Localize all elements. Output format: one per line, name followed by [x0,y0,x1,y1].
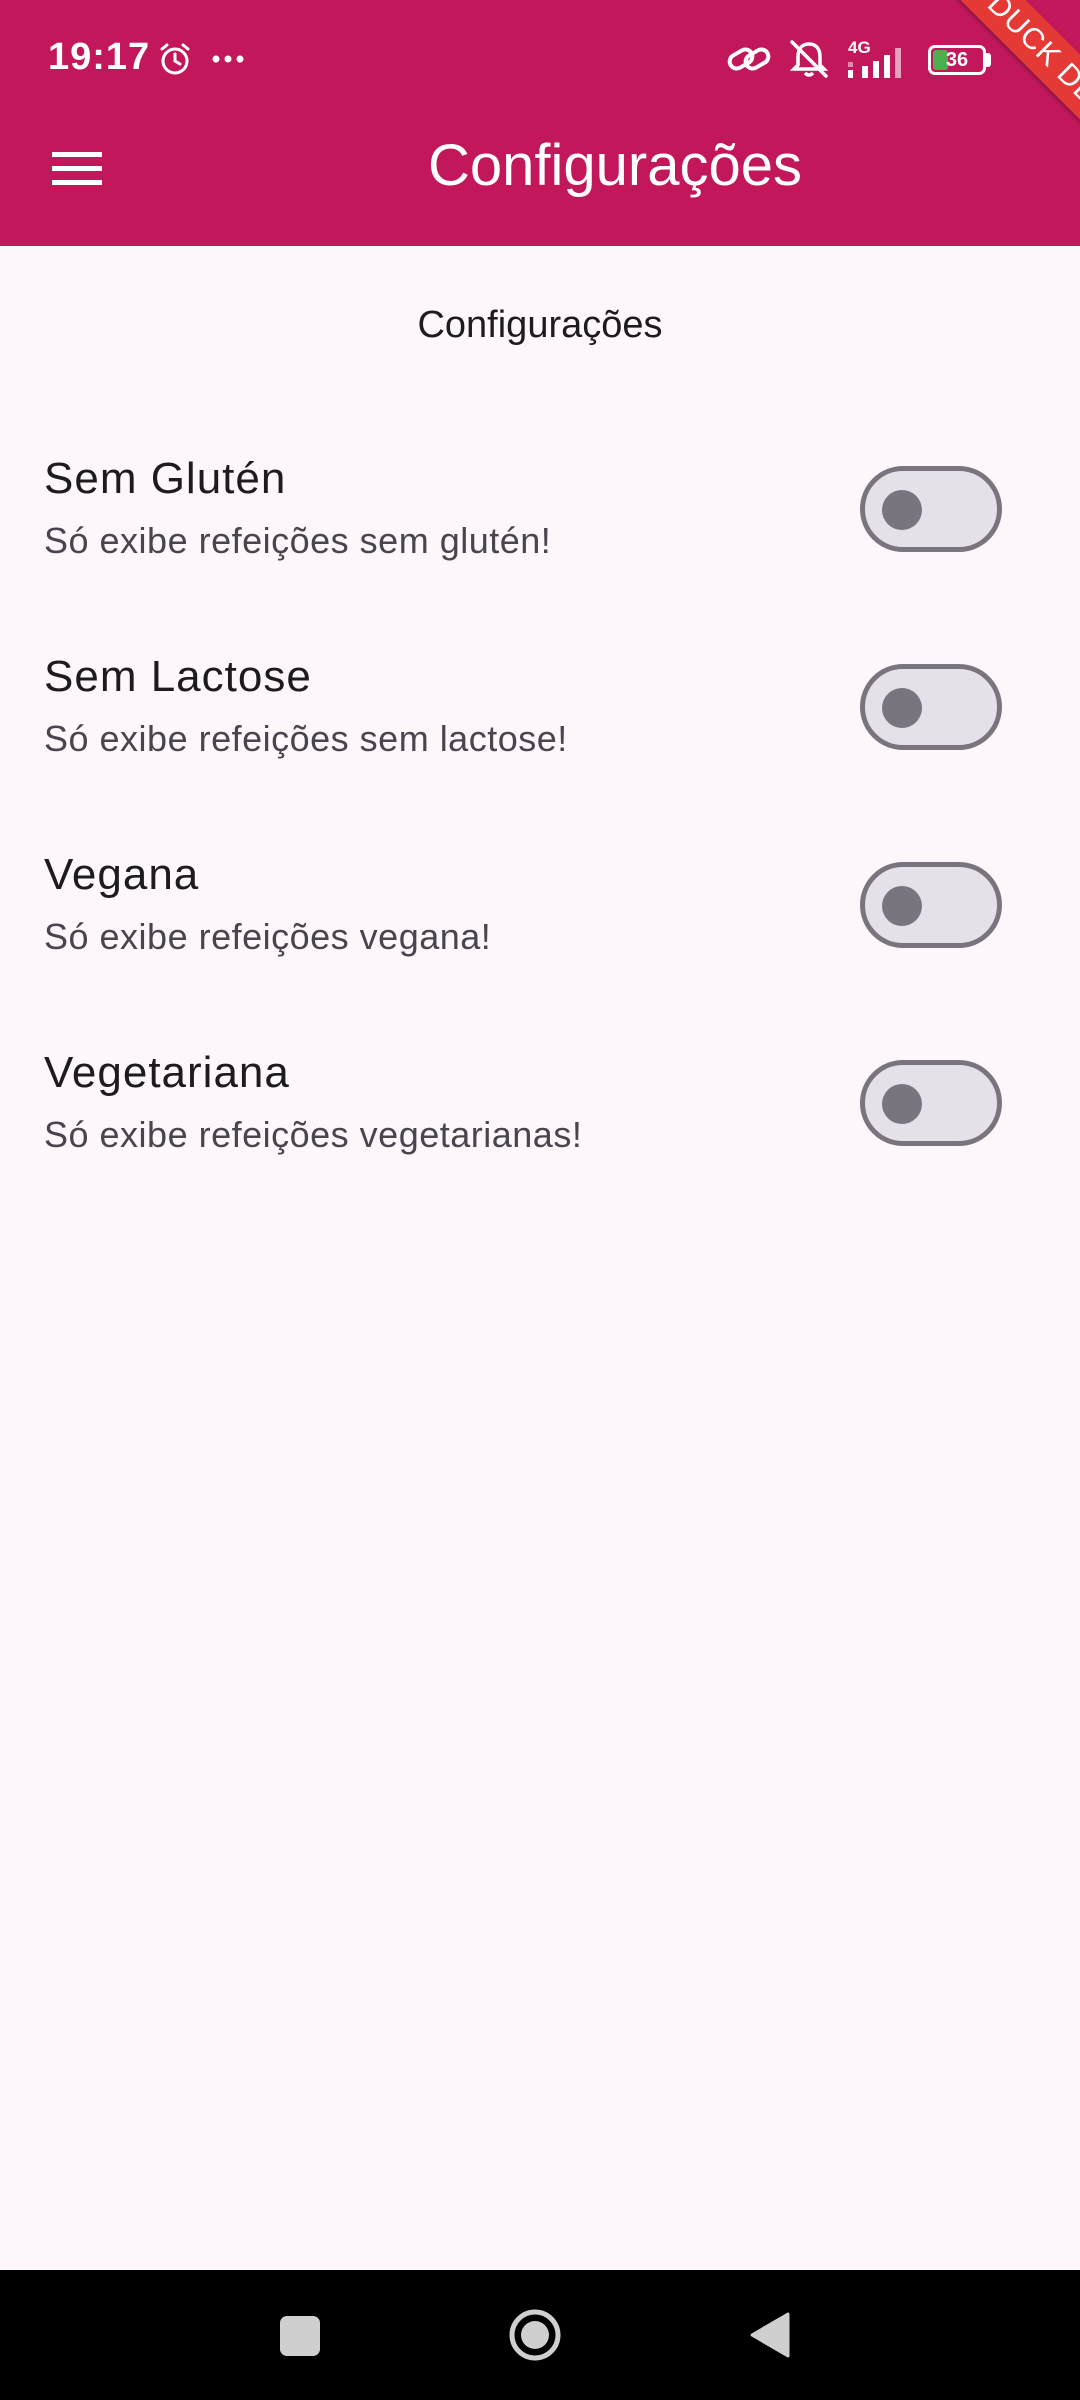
gluten-free-switch[interactable] [860,466,1002,552]
system-nav-bar [0,2270,1080,2400]
vegan-switch[interactable] [860,862,1002,948]
setting-gluten-free[interactable]: Sem Glutén Só exibe refeições sem glutén… [0,430,1080,628]
setting-vegan[interactable]: Vegana Só exibe refeições vegana! [0,826,1080,1024]
vibrate-off-icon [789,40,829,78]
switch-knob [882,688,922,728]
back-triangle-icon[interactable] [748,2310,792,2360]
setting-subtitle: Só exibe refeições sem glutén! [44,520,552,561]
debug-banner-label: DUCK DEV [941,0,1080,166]
lactose-free-switch[interactable] [860,664,1002,750]
home-circle-icon[interactable] [508,2308,562,2362]
switch-knob [882,886,922,926]
debug-banner: DUCK DEV [880,0,1080,200]
vegetarian-switch[interactable] [860,1060,1002,1146]
recents-square-icon[interactable] [280,2316,320,2356]
link-icon [727,47,771,71]
more-dots-icon [212,55,244,63]
setting-title: Sem Lactose [44,652,312,701]
setting-vegetarian[interactable]: Vegetariana Só exibe refeições vegetaria… [0,1024,1080,1222]
setting-title: Vegana [44,850,200,899]
alarm-icon [160,43,190,75]
setting-title: Vegetariana [44,1048,290,1097]
setting-subtitle: Só exibe refeições sem lactose! [44,718,568,759]
setting-subtitle: Só exibe refeições vegana! [44,916,492,957]
section-title: Configurações [417,304,663,346]
setting-subtitle: Só exibe refeições vegetarianas! [44,1114,583,1155]
switch-knob [882,1084,922,1124]
setting-lactose-free[interactable]: Sem Lactose Só exibe refeições sem lacto… [0,628,1080,826]
status-time: 19:17 [48,36,151,78]
switch-knob [882,490,922,530]
settings-list: Sem Glutén Só exibe refeições sem glutén… [0,430,1080,1222]
header: 19:17 4G 36 Configurações DUCK DEV [0,0,1080,246]
setting-title: Sem Glutén [44,454,287,503]
